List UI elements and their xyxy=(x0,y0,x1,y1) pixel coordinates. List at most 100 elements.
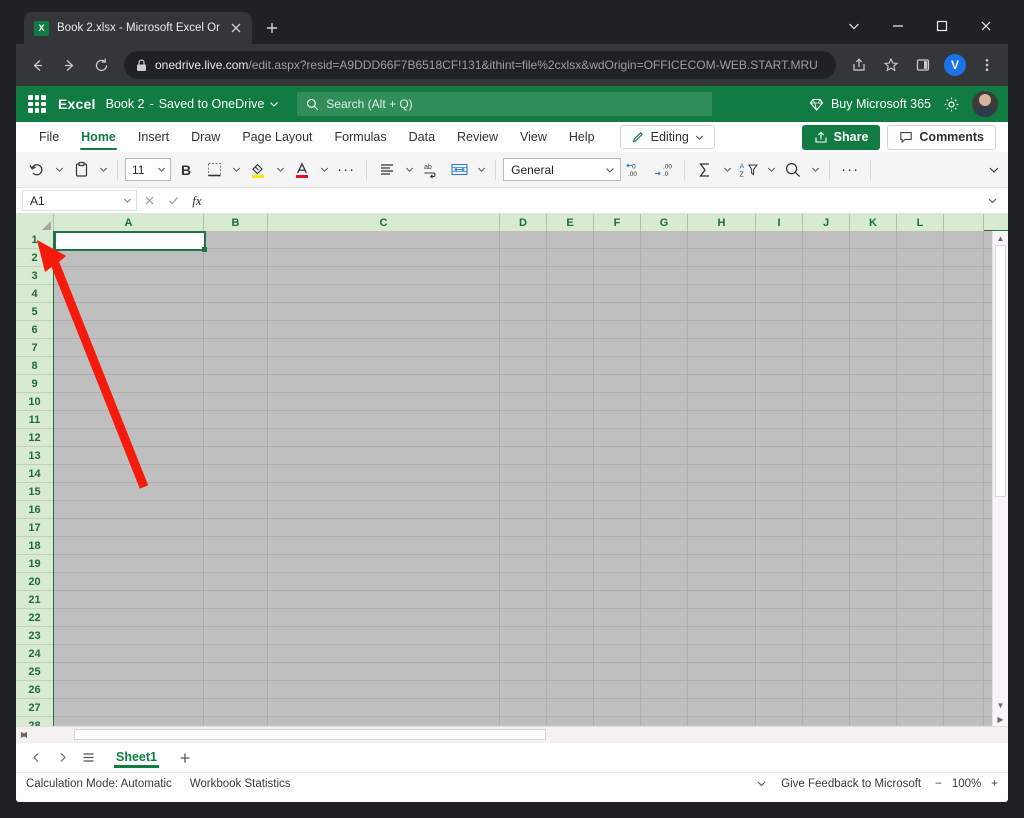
grid-cell-E22[interactable] xyxy=(547,609,594,627)
grid-cell-K22[interactable] xyxy=(850,609,897,627)
grid-cell-B4[interactable] xyxy=(204,285,268,303)
grid-cell-x11[interactable] xyxy=(944,411,984,429)
grid-cell-H23[interactable] xyxy=(688,627,756,645)
grid-cell-H10[interactable] xyxy=(688,393,756,411)
grid-cell-H14[interactable] xyxy=(688,465,756,483)
grid-cell-B2[interactable] xyxy=(204,249,268,267)
grid-cell-x5[interactable] xyxy=(944,303,984,321)
grid-cell-F13[interactable] xyxy=(594,447,641,465)
font-color-dropdown-icon[interactable] xyxy=(317,157,331,183)
grid-cell-G7[interactable] xyxy=(641,339,688,357)
align-icon[interactable] xyxy=(374,157,400,183)
find-dropdown-icon[interactable] xyxy=(808,157,822,183)
row-header-20[interactable]: 20 xyxy=(16,573,53,591)
grid-cell-J16[interactable] xyxy=(803,501,850,519)
grid-cell-E20[interactable] xyxy=(547,573,594,591)
grid-cell-E7[interactable] xyxy=(547,339,594,357)
grid-cell-F16[interactable] xyxy=(594,501,641,519)
bookmark-star-icon[interactable] xyxy=(876,50,906,80)
grid-cell-J18[interactable] xyxy=(803,537,850,555)
number-format-selector[interactable]: General xyxy=(503,158,622,181)
grid-cell-A4[interactable] xyxy=(54,285,204,303)
grid-cell-C15[interactable] xyxy=(268,483,500,501)
grid-cell-I22[interactable] xyxy=(756,609,803,627)
row-header-1[interactable]: 1 xyxy=(16,231,53,249)
grid-cell-H9[interactable] xyxy=(688,375,756,393)
grid-cell-x19[interactable] xyxy=(944,555,984,573)
grid-cell-A3[interactable] xyxy=(54,267,204,285)
grid-cell-C6[interactable] xyxy=(268,321,500,339)
merge-dropdown-icon[interactable] xyxy=(474,157,488,183)
grid-cell-x8[interactable] xyxy=(944,357,984,375)
grid-cell-K19[interactable] xyxy=(850,555,897,573)
row-header-7[interactable]: 7 xyxy=(16,339,53,357)
grid-cell-F21[interactable] xyxy=(594,591,641,609)
grid-cell-H1[interactable] xyxy=(688,231,756,249)
grid-cell-J11[interactable] xyxy=(803,411,850,429)
grid-cell-x22[interactable] xyxy=(944,609,984,627)
all-sheets-menu-icon[interactable] xyxy=(76,746,100,770)
grid-cell-E12[interactable] xyxy=(547,429,594,447)
grid-cell-C14[interactable] xyxy=(268,465,500,483)
grid-cell-I7[interactable] xyxy=(756,339,803,357)
grid-cell-A26[interactable] xyxy=(54,681,204,699)
grid-cell-J13[interactable] xyxy=(803,447,850,465)
grid-cell-B11[interactable] xyxy=(204,411,268,429)
grid-cell-E27[interactable] xyxy=(547,699,594,717)
grid-cell-C5[interactable] xyxy=(268,303,500,321)
grid-cell-B17[interactable] xyxy=(204,519,268,537)
grid-cell-L24[interactable] xyxy=(897,645,944,663)
grid-cell-C23[interactable] xyxy=(268,627,500,645)
grid-cell-C25[interactable] xyxy=(268,663,500,681)
grid-cell-F22[interactable] xyxy=(594,609,641,627)
column-header-g[interactable]: G xyxy=(641,214,688,231)
grid-cell-F4[interactable] xyxy=(594,285,641,303)
grid-cell-G4[interactable] xyxy=(641,285,688,303)
grid-cell-G14[interactable] xyxy=(641,465,688,483)
grid-cell-H19[interactable] xyxy=(688,555,756,573)
grid-cell-H8[interactable] xyxy=(688,357,756,375)
grid-cell-x20[interactable] xyxy=(944,573,984,591)
grid-cell-G23[interactable] xyxy=(641,627,688,645)
grid-cell-A2[interactable] xyxy=(54,249,204,267)
grid-cell-D21[interactable] xyxy=(500,591,547,609)
row-header-15[interactable]: 15 xyxy=(16,483,53,501)
grid-cell-G24[interactable] xyxy=(641,645,688,663)
grid-cell-K20[interactable] xyxy=(850,573,897,591)
grid-cell-H16[interactable] xyxy=(688,501,756,519)
grid-cell-L15[interactable] xyxy=(897,483,944,501)
grid-cell-L18[interactable] xyxy=(897,537,944,555)
grid-cell-J2[interactable] xyxy=(803,249,850,267)
grid-cell-I8[interactable] xyxy=(756,357,803,375)
grid-cell-J17[interactable] xyxy=(803,519,850,537)
grid-cell-J5[interactable] xyxy=(803,303,850,321)
grid-cell-L12[interactable] xyxy=(897,429,944,447)
grid-cell-G3[interactable] xyxy=(641,267,688,285)
grid-cell-B13[interactable] xyxy=(204,447,268,465)
grid-cell-L21[interactable] xyxy=(897,591,944,609)
grid-cell-I23[interactable] xyxy=(756,627,803,645)
grid-cell-K27[interactable] xyxy=(850,699,897,717)
sort-filter-icon[interactable]: AZ xyxy=(736,157,762,183)
grid-cell-D12[interactable] xyxy=(500,429,547,447)
grid-cell-G9[interactable] xyxy=(641,375,688,393)
new-tab-button[interactable] xyxy=(258,14,286,42)
grid-cell-B22[interactable] xyxy=(204,609,268,627)
grid-cell-x27[interactable] xyxy=(944,699,984,717)
grid-cell-J27[interactable] xyxy=(803,699,850,717)
grid-cell-C17[interactable] xyxy=(268,519,500,537)
grid-cell-J10[interactable] xyxy=(803,393,850,411)
grid-cell-x23[interactable] xyxy=(944,627,984,645)
browser-menu-icon[interactable] xyxy=(972,50,1002,80)
grid-cell-A24[interactable] xyxy=(54,645,204,663)
sort-dropdown-icon[interactable] xyxy=(764,157,778,183)
column-header-k[interactable]: K xyxy=(850,214,897,231)
grid-cell-K12[interactable] xyxy=(850,429,897,447)
grid-cell-K2[interactable] xyxy=(850,249,897,267)
fill-color-dropdown-icon[interactable] xyxy=(273,157,287,183)
grid-cell-F11[interactable] xyxy=(594,411,641,429)
grid-cell-J28[interactable] xyxy=(803,717,850,726)
row-header-27[interactable]: 27 xyxy=(16,699,53,717)
grid-cell-L7[interactable] xyxy=(897,339,944,357)
grid-cell-L16[interactable] xyxy=(897,501,944,519)
